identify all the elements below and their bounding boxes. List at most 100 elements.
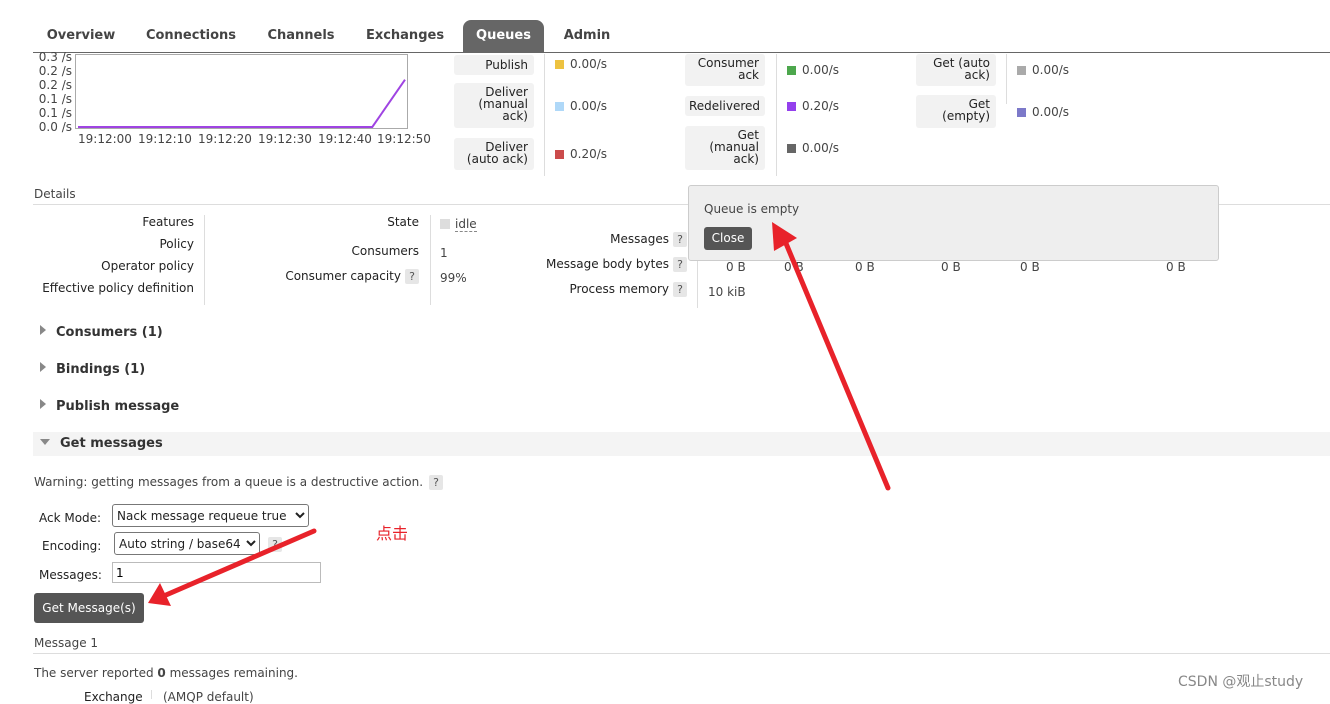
divider <box>204 215 205 305</box>
label-process-memory: Process memory? <box>570 282 687 297</box>
chart-plot-area <box>75 54 408 129</box>
rate-value-get-manual: 0.00/s <box>802 141 840 155</box>
y-tick: 0.0 /s <box>38 120 72 134</box>
rate-label-get-empty: Get (empty) <box>916 95 996 128</box>
rate-label-consumer-ack: Consumer ack <box>685 54 765 86</box>
divider <box>544 54 545 176</box>
result-rule <box>33 653 1330 654</box>
rate-value: 0.20/s <box>555 147 607 161</box>
warning-text: Warning: getting messages from a queue i… <box>34 475 424 489</box>
label-state: State <box>387 215 419 229</box>
x-tick: 19:12:30 <box>258 132 312 146</box>
label-body-bytes-text: Message body bytes <box>546 257 669 271</box>
tab-connections[interactable]: Connections <box>138 20 244 52</box>
message-title: Message 1 <box>34 636 99 650</box>
body-bytes-unacked: 0 B <box>855 260 875 274</box>
popup-close-button[interactable]: Close <box>704 227 752 250</box>
y-tick: 0.3 /s <box>38 50 72 64</box>
help-icon[interactable]: ? <box>673 232 687 247</box>
label-process-memory-text: Process memory <box>569 282 669 296</box>
get-messages-button[interactable]: Get Message(s) <box>34 593 144 623</box>
tab-exchanges[interactable]: Exchanges <box>358 20 452 52</box>
rate-value: 0.00/s <box>555 57 607 71</box>
messages-count-label: Messages: <box>39 568 102 582</box>
rate-value-publish: 0.00/s <box>570 57 608 71</box>
queue-empty-popup: Queue is empty Close <box>688 185 1219 261</box>
help-icon[interactable]: ? <box>405 269 419 284</box>
rate-label-deliver-auto: Deliver (auto ack) <box>454 138 534 170</box>
body-bytes-total: 0 B <box>726 260 746 274</box>
rate-label-publish: Publish <box>454 55 534 75</box>
remaining-suffix: messages remaining. <box>165 666 298 680</box>
section-bindings[interactable]: Bindings (1) <box>40 362 145 377</box>
rate-value: 0.00/s <box>555 99 607 113</box>
rate-value-deliver-auto: 0.20/s <box>570 147 608 161</box>
ack-mode-select[interactable]: Nack message requeue true <box>112 504 309 527</box>
section-get-title: Get messages <box>60 436 163 451</box>
label-consumer-capacity-text: Consumer capacity <box>285 269 401 283</box>
encoding-select[interactable]: Auto string / base64 <box>114 532 260 555</box>
consumers-value: 1 <box>440 246 448 260</box>
rate-label-redelivered: Redelivered <box>685 96 765 116</box>
state-indicator-icon <box>440 219 450 229</box>
label-messages: Messages? <box>610 232 687 247</box>
label-consumer-capacity: Consumer capacity? <box>285 269 419 284</box>
help-icon[interactable]: ? <box>673 257 687 272</box>
body-bytes-in-memory: 0 B <box>941 260 961 274</box>
legend-swatch <box>555 60 564 69</box>
rate-value-redelivered: 0.20/s <box>802 99 840 113</box>
body-bytes-transient: 0 B <box>1166 260 1186 274</box>
help-icon[interactable]: ? <box>268 537 282 552</box>
label-consumers: Consumers <box>351 244 419 258</box>
remaining-text: The server reported 0 messages remaining… <box>34 666 298 680</box>
tab-admin[interactable]: Admin <box>556 20 618 52</box>
section-consumers[interactable]: Consumers (1) <box>40 325 163 340</box>
expand-arrow-icon <box>40 362 46 372</box>
process-memory-value: 10 kiB <box>708 285 746 299</box>
legend-swatch <box>787 66 796 75</box>
rate-value: 0.00/s <box>1017 105 1069 119</box>
x-tick: 19:12:20 <box>198 132 252 146</box>
label-policy: Policy <box>159 237 194 251</box>
legend-swatch <box>1017 108 1026 117</box>
section-publish-message[interactable]: Publish message <box>40 399 179 414</box>
section-bindings-title: Bindings (1) <box>56 362 146 377</box>
tab-queues[interactable]: Queues <box>463 20 544 52</box>
x-tick: 19:12:40 <box>318 132 372 146</box>
y-tick: 0.2 /s <box>38 64 72 78</box>
rate-value: 0.00/s <box>1017 63 1069 77</box>
divider <box>1006 54 1007 104</box>
messages-count-input[interactable] <box>112 562 321 583</box>
help-icon[interactable]: ? <box>429 475 444 490</box>
legend-swatch <box>787 102 796 111</box>
legend-swatch <box>1017 66 1026 75</box>
divider <box>151 690 152 699</box>
main-nav: Overview Connections Channels Exchanges … <box>0 0 1330 53</box>
help-icon[interactable]: ? <box>673 282 687 297</box>
label-messages-text: Messages <box>610 232 669 246</box>
exchange-label: Exchange <box>84 690 143 704</box>
section-get-messages[interactable]: Get messages <box>40 436 163 451</box>
ack-mode-label: Ack Mode: <box>39 511 102 525</box>
rate-value-consumer-ack: 0.00/s <box>802 63 840 77</box>
label-features: Features <box>142 215 194 229</box>
label-effective-policy: Effective policy definition <box>42 281 194 295</box>
tab-channels[interactable]: Channels <box>260 20 342 52</box>
label-operator-policy: Operator policy <box>101 259 194 273</box>
tab-overview[interactable]: Overview <box>40 20 122 52</box>
section-publish-title: Publish message <box>56 399 180 414</box>
click-annotation-text: 点击 <box>376 524 409 543</box>
legend-swatch <box>787 144 796 153</box>
body-bytes-persistent: 0 B <box>1020 260 1040 274</box>
rate-value-get-empty: 0.00/s <box>1032 105 1070 119</box>
nav-underline <box>33 52 1330 53</box>
y-tick: 0.1 /s <box>38 106 72 120</box>
remaining-count: 0 <box>157 666 166 680</box>
remaining-prefix: The server reported <box>34 666 158 680</box>
x-tick: 19:12:50 <box>377 132 431 146</box>
collapse-arrow-icon <box>40 439 50 445</box>
body-bytes-ready: 0 B <box>784 260 804 274</box>
y-tick: 0.1 /s <box>38 92 72 106</box>
divider <box>430 215 431 305</box>
state-value: idle <box>440 217 477 232</box>
